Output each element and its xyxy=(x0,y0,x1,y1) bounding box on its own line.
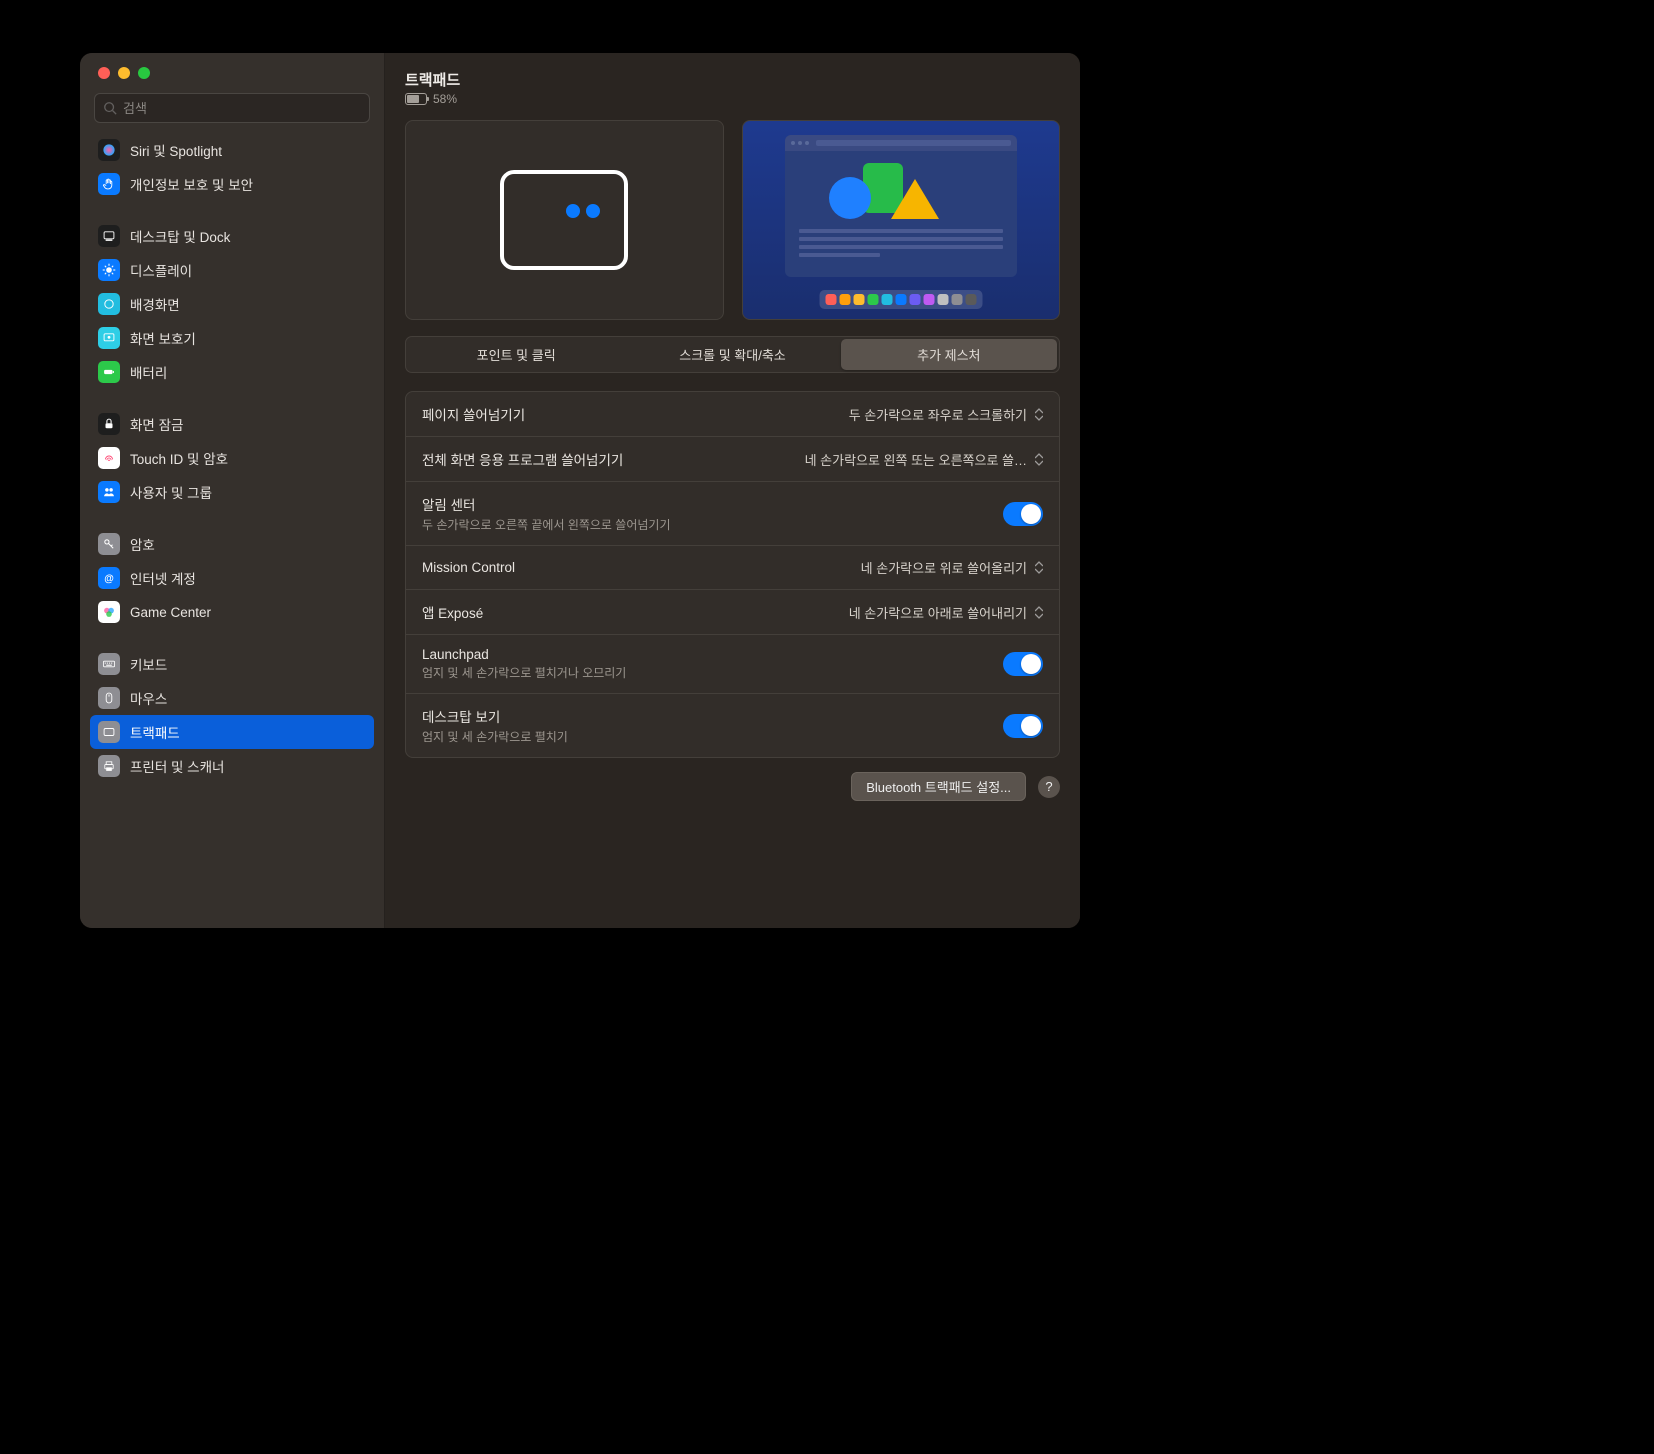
row-show-desktop: 데스크탑 보기엄지 및 세 손가락으로 펼치기 xyxy=(406,694,1059,757)
dropdown-value[interactable]: 네 손가락으로 왼쪽 또는 오른쪽으로 쓸… xyxy=(805,450,1043,469)
page-title: 트랙패드 xyxy=(405,69,1060,90)
sidebar-item-5[interactable]: 배경화면 xyxy=(90,287,374,321)
sidebar-item-label: 화면 잠금 xyxy=(130,414,183,434)
sidebar-item-17[interactable]: 키보드 xyxy=(90,647,374,681)
row-launchpad: Launchpad엄지 및 세 손가락으로 펼치거나 오므리기 xyxy=(406,635,1059,694)
mouse-icon xyxy=(98,687,120,709)
footer: Bluetooth 트랙패드 설정... ? xyxy=(385,758,1080,815)
battery-percent: 58% xyxy=(433,92,457,106)
minimize-button[interactable] xyxy=(118,67,130,79)
content-pane: 트랙패드 58% xyxy=(385,53,1080,928)
row-app-expose[interactable]: 앱 Exposé 네 손가락으로 아래로 쓸어내리기 xyxy=(406,590,1059,635)
sidebar-item-label: 배터리 xyxy=(130,362,167,382)
screensaver-icon xyxy=(98,327,120,349)
sidebar-item-19[interactable]: 트랙패드 xyxy=(90,715,374,749)
sidebar-item-13[interactable]: 암호 xyxy=(90,527,374,561)
sidebar-item-20[interactable]: 프린터 및 스캐너 xyxy=(90,749,374,783)
dropdown-value[interactable]: 네 손가락으로 아래로 쓸어내리기 xyxy=(849,603,1043,622)
sidebar-item-7[interactable]: 배터리 xyxy=(90,355,374,389)
wallpaper-icon xyxy=(98,293,120,315)
trackpad-preview xyxy=(405,120,724,320)
sidebar-item-label: 프린터 및 스캐너 xyxy=(130,756,224,776)
printer-icon xyxy=(98,755,120,777)
sidebar-item-label: Game Center xyxy=(130,605,211,620)
toggle-notification-center[interactable] xyxy=(1003,502,1043,526)
sidebar-item-4[interactable]: 디스플레이 xyxy=(90,253,374,287)
search-input[interactable] xyxy=(123,101,361,116)
sidebar-item-11[interactable]: 사용자 및 그룹 xyxy=(90,475,374,509)
search-icon xyxy=(103,101,117,115)
sidebar-item-label: 화면 보호기 xyxy=(130,328,196,348)
touchid-icon xyxy=(98,447,120,469)
maximize-button[interactable] xyxy=(138,67,150,79)
sidebar-nav: Siri 및 Spotlight 개인정보 보호 및 보안데스크탑 및 Dock 디… xyxy=(80,133,384,928)
hand-icon xyxy=(98,173,120,195)
sidebar-item-18[interactable]: 마우스 xyxy=(90,681,374,715)
key-icon xyxy=(98,533,120,555)
sidebar-item-label: 데스크탑 및 Dock xyxy=(130,226,230,246)
sidebar-item-label: 배경화면 xyxy=(130,294,180,314)
tab-2[interactable]: 추가 제스처 xyxy=(841,339,1057,370)
tab-0[interactable]: 포인트 및 클릭 xyxy=(408,339,624,370)
chevron-updown-icon xyxy=(1035,408,1043,421)
bluetooth-trackpad-button[interactable]: Bluetooth 트랙패드 설정... xyxy=(851,772,1026,801)
sidebar-item-label: 트랙패드 xyxy=(130,722,180,742)
row-fullscreen-swipe[interactable]: 전체 화면 응용 프로그램 쓸어넘기기 네 손가락으로 왼쪽 또는 오른쪽으로 … xyxy=(406,437,1059,482)
sidebar-item-3[interactable]: 데스크탑 및 Dock xyxy=(90,219,374,253)
tab-bar: 포인트 및 클릭스크롤 및 확대/축소추가 제스처 xyxy=(405,336,1060,373)
sidebar-item-0[interactable]: Siri 및 Spotlight xyxy=(90,133,374,167)
sidebar-item-label: 마우스 xyxy=(130,688,167,708)
row-notification-center: 알림 센터두 손가락으로 오른쪽 끝에서 왼쪽으로 쓸어넘기기 xyxy=(406,482,1059,546)
sidebar-item-label: 사용자 및 그룹 xyxy=(130,482,212,502)
close-button[interactable] xyxy=(98,67,110,79)
content-header: 트랙패드 58% xyxy=(385,53,1080,120)
sidebar-item-1[interactable]: 개인정보 보호 및 보안 xyxy=(90,167,374,201)
tab-1[interactable]: 스크롤 및 확대/축소 xyxy=(624,339,840,370)
sidebar-item-14[interactable]: @ 인터넷 계정 xyxy=(90,561,374,595)
sidebar-item-label: 키보드 xyxy=(130,654,167,674)
chevron-updown-icon xyxy=(1035,453,1043,466)
help-button[interactable]: ? xyxy=(1038,776,1060,798)
sidebar-item-label: Siri 및 Spotlight xyxy=(130,140,222,160)
users-icon xyxy=(98,481,120,503)
dropdown-value[interactable]: 두 손가락으로 좌우로 스크롤하기 xyxy=(849,405,1043,424)
sidebar-item-label: 개인정보 보호 및 보안 xyxy=(130,174,253,194)
keyboard-icon xyxy=(98,653,120,675)
gesture-preview-row xyxy=(385,120,1080,320)
trackpad-shape-icon xyxy=(500,170,628,270)
toggle-launchpad[interactable] xyxy=(1003,652,1043,676)
desktop-preview xyxy=(742,120,1061,320)
chevron-updown-icon xyxy=(1035,561,1043,574)
sidebar-item-15[interactable]: Game Center xyxy=(90,595,374,629)
display-icon xyxy=(98,259,120,281)
sidebar-item-label: 암호 xyxy=(130,534,155,554)
sidebar-item-9[interactable]: 화면 잠금 xyxy=(90,407,374,441)
sidebar-item-label: 디스플레이 xyxy=(130,260,192,280)
row-page-swipe[interactable]: 페이지 쓸어넘기기 두 손가락으로 좌우로 스크롤하기 xyxy=(406,392,1059,437)
sidebar-item-label: Touch ID 및 암호 xyxy=(130,448,228,468)
settings-list: 페이지 쓸어넘기기 두 손가락으로 좌우로 스크롤하기 전체 화면 응용 프로그… xyxy=(405,391,1060,758)
lock-icon xyxy=(98,413,120,435)
dropdown-value[interactable]: 네 손가락으로 위로 쓸어올리기 xyxy=(861,558,1043,577)
row-mission-control[interactable]: Mission Control 네 손가락으로 위로 쓸어올리기 xyxy=(406,546,1059,590)
titlebar xyxy=(80,53,384,93)
gamecenter-icon xyxy=(98,601,120,623)
dock-icon xyxy=(98,225,120,247)
trackpad-icon xyxy=(98,721,120,743)
battery-icon xyxy=(98,361,120,383)
settings-window: Siri 및 Spotlight 개인정보 보호 및 보안데스크탑 및 Dock 디… xyxy=(80,53,1080,928)
chevron-updown-icon xyxy=(1035,606,1043,619)
sidebar: Siri 및 Spotlight 개인정보 보호 및 보안데스크탑 및 Dock 디… xyxy=(80,53,385,928)
toggle-show-desktop[interactable] xyxy=(1003,714,1043,738)
sidebar-item-6[interactable]: 화면 보호기 xyxy=(90,321,374,355)
siri-icon xyxy=(98,139,120,161)
sidebar-item-label: 인터넷 계정 xyxy=(130,568,196,588)
battery-icon xyxy=(405,93,427,105)
search-field[interactable] xyxy=(94,93,370,123)
at-icon: @ xyxy=(98,567,120,589)
sidebar-item-10[interactable]: Touch ID 및 암호 xyxy=(90,441,374,475)
battery-status: 58% xyxy=(405,92,1060,106)
svg-text:@: @ xyxy=(104,574,114,585)
